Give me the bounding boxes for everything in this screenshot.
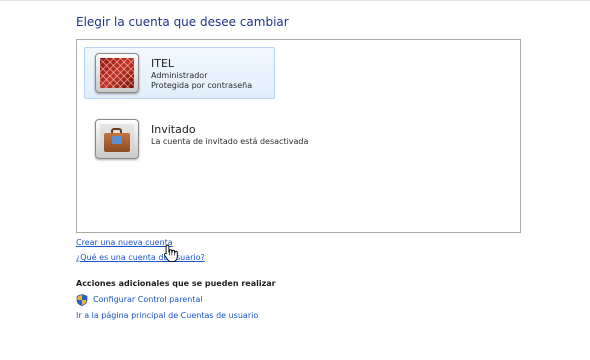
hand-pointer-icon <box>163 244 178 263</box>
account-name: Invitado <box>151 123 196 136</box>
account-list: ITEL Administrador Protegida por contras… <box>76 39 521 233</box>
account-status: Protegida por contraseña <box>151 81 253 90</box>
account-picture-icon <box>95 53 139 93</box>
parental-controls-link[interactable]: Configurar Control parental <box>93 295 203 304</box>
create-account-link[interactable]: Crear una nueva cuenta <box>76 238 173 247</box>
uac-shield-icon <box>76 294 88 306</box>
user-accounts-home-link[interactable]: Ir a la página principal de Cuentas de u… <box>76 311 258 320</box>
page-title: Elegir la cuenta que desee cambiar <box>76 15 289 29</box>
additional-actions-heading: Acciones adicionales que se pueden reali… <box>76 279 276 288</box>
top-divider <box>0 0 590 1</box>
what-is-account-link[interactable]: ¿Qué es una cuenta de usuario? <box>76 253 205 262</box>
account-type: Administrador <box>151 71 208 80</box>
account-name: ITEL <box>151 57 175 70</box>
guest-suitcase-icon <box>95 119 139 159</box>
account-tile-itel[interactable]: ITEL Administrador Protegida por contras… <box>84 47 275 99</box>
account-tile-invitado[interactable]: Invitado La cuenta de invitado está desa… <box>84 113 308 165</box>
account-status: La cuenta de invitado está desactivada <box>151 137 309 146</box>
